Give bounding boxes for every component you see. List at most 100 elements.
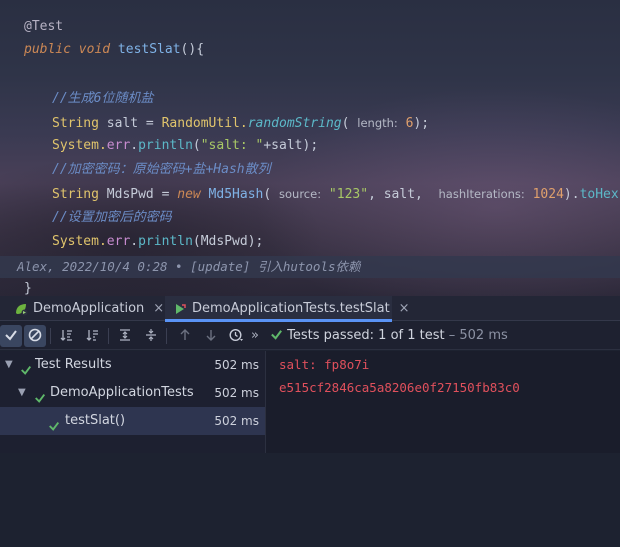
class-name: Md5Hash	[200, 187, 264, 202]
variable: salt =	[98, 116, 162, 131]
close-icon[interactable]: ×	[399, 301, 410, 316]
test-runner-toolbar: » Tests passed: 1 of 1 test – 502 ms	[0, 322, 620, 350]
keyword: new	[177, 187, 201, 202]
method-tail: (){	[180, 42, 205, 57]
string-literal: "salt: "	[200, 138, 264, 153]
more-actions-button[interactable]: »	[251, 322, 259, 350]
comment-line: //加密密码：原始密码+盐+Hash散列	[52, 162, 271, 177]
ignored-icon	[28, 327, 42, 346]
tree-row-demo-application-tests[interactable]: ▼ DemoApplicationTests 502 ms	[0, 379, 265, 407]
test-results-tree: ▼ Test Results 502 ms ▼ DemoApplicationT…	[0, 351, 265, 453]
number-literal: 1024	[524, 187, 564, 202]
dot: .	[130, 234, 139, 249]
console-line: e515cf2846ca5a8206e0f27150fb83c0	[279, 380, 520, 395]
tree-row-test-results[interactable]: ▼ Test Results 502 ms	[0, 351, 265, 379]
run-tab-bar: DemoApplication × DemoApplicationTests.t…	[0, 296, 620, 322]
console-output[interactable]: salt: fp8o7i e515cf2846ca5a8206e0f27150f…	[266, 351, 620, 453]
tab-demo-application[interactable]: DemoApplication ×	[14, 296, 164, 321]
clock-icon	[229, 327, 245, 346]
toolbar-separator	[108, 328, 109, 344]
args: (MdsPwd);	[192, 234, 264, 249]
previous-failed-button[interactable]	[174, 325, 196, 347]
sort-duration-button[interactable]	[82, 325, 104, 347]
tab-label: DemoApplication	[33, 301, 145, 316]
pass-check-icon	[20, 359, 32, 375]
method-name: testSlat	[117, 42, 181, 57]
args: , salt,	[368, 187, 439, 202]
show-passed-button[interactable]	[0, 325, 22, 347]
expand-all-button[interactable]	[114, 325, 136, 347]
code-line-salt: String salt = RandomUtil.randomString( l…	[52, 113, 429, 133]
close-icon[interactable]: ×	[153, 301, 164, 316]
parameter-hint: source:	[279, 187, 322, 201]
console-line: salt: fp8o7i	[279, 357, 370, 372]
code-line-hash: String MdsPwd = new Md5Hash( source: "12…	[52, 184, 620, 204]
dot: .	[130, 138, 139, 153]
string-literal: "123"	[321, 187, 369, 202]
test-status: Tests passed: 1 of 1 test – 502 ms	[270, 322, 508, 350]
pass-check-icon	[48, 415, 60, 431]
type-name: String	[52, 187, 99, 202]
class-name: System.	[52, 138, 107, 153]
tree-row-test-slat[interactable]: testSlat() 502 ms	[0, 407, 265, 435]
keyword: public void	[24, 42, 111, 57]
comment-line: //设置加密后的密码	[52, 210, 172, 225]
code-line-print-pwd: System.err.println(MdsPwd);	[52, 232, 263, 252]
collapse-all-icon	[144, 327, 158, 346]
method-call: toHex	[579, 187, 619, 202]
paren: ).	[563, 187, 580, 202]
collapse-all-button[interactable]	[140, 325, 162, 347]
tree-label: Test Results	[35, 357, 112, 372]
pass-check-icon	[34, 387, 46, 403]
show-ignored-button[interactable]	[24, 325, 46, 347]
test-duration: 502 ms	[214, 358, 259, 372]
check-icon	[4, 327, 18, 346]
sort-alpha-button[interactable]	[56, 325, 78, 347]
git-blame-annotation[interactable]: Alex, 2022/10/4 0:28 • [update] 引入hutool…	[0, 256, 620, 278]
code-line-print-salt: System.err.println("salt: "+salt);	[52, 136, 318, 156]
status-mid: of 1 test	[386, 328, 445, 343]
class-name: RandomUtil.	[161, 116, 248, 131]
toolbar-separator	[50, 328, 51, 344]
closing-brace: }	[24, 281, 32, 296]
paren: (	[263, 187, 280, 202]
status-prefix: Tests passed:	[287, 328, 375, 343]
expr-rest: +salt);	[263, 138, 319, 153]
test-run-icon	[173, 302, 187, 316]
method-call: randomString	[247, 116, 342, 131]
status-count: 1	[374, 328, 387, 343]
sort-duration-icon	[86, 327, 100, 346]
status-time: – 502 ms	[444, 328, 508, 343]
test-duration: 502 ms	[214, 386, 259, 400]
type-name: String	[52, 116, 99, 131]
annotation-line: @Test	[24, 19, 64, 34]
tab-label: DemoApplicationTests.testSlat	[192, 301, 390, 316]
next-failed-button[interactable]	[200, 325, 222, 347]
method-call: println	[138, 234, 193, 249]
test-duration: 502 ms	[214, 414, 259, 428]
tab-demo-application-tests[interactable]: DemoApplicationTests.testSlat ×	[165, 296, 410, 322]
paren: (	[341, 116, 358, 131]
tree-label: testSlat()	[65, 413, 126, 428]
comment-line: //生成6位随机盐	[52, 91, 154, 106]
field-name: err	[106, 138, 131, 153]
field-name: err	[106, 234, 131, 249]
method-signature-line: public void testSlat(){	[24, 40, 204, 60]
test-history-button[interactable]	[226, 325, 248, 347]
number-literal: 6	[397, 116, 414, 131]
tree-label: DemoApplicationTests	[50, 385, 194, 400]
arrow-up-icon	[178, 327, 192, 346]
chevron-down-icon[interactable]: ▼	[5, 351, 13, 379]
pass-check-icon	[270, 330, 283, 345]
chevron-down-icon[interactable]: ▼	[18, 379, 26, 407]
sort-alpha-icon	[60, 327, 74, 346]
expand-all-icon	[118, 327, 132, 346]
toolbar-separator	[166, 328, 167, 344]
arrow-down-icon	[204, 327, 218, 346]
parameter-hint: hashIterations:	[438, 187, 525, 201]
paren: );	[413, 116, 430, 131]
code-editor[interactable]: @Test public void testSlat(){ //生成6位随机盐 …	[0, 0, 620, 296]
variable: MdsPwd =	[98, 187, 178, 202]
spring-run-icon	[14, 302, 28, 316]
paren: (	[192, 138, 201, 153]
